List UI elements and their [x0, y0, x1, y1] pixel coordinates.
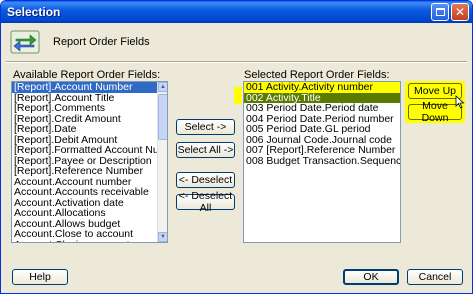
selected-list-item[interactable]: 006 Journal Code.Journal code [244, 135, 400, 146]
deselect-all-button[interactable]: <- Deselect All [176, 190, 235, 214]
select-button[interactable]: Select -> [176, 119, 235, 135]
available-fields-label: Available Report Order Fields: [13, 69, 161, 81]
available-list-item[interactable]: Account.Activation date [12, 198, 167, 209]
window-title: Selection [7, 5, 61, 19]
selection-dialog: Selection ✕ Report Order Fields Availabl… [0, 0, 473, 294]
restore-button[interactable] [431, 3, 449, 21]
restore-icon [435, 8, 445, 16]
scroll-thumb[interactable] [158, 94, 167, 140]
swap-arrows-icon [10, 30, 40, 54]
available-fields-list[interactable]: [Report].Account Number [Report].Account … [11, 81, 168, 243]
available-list-item[interactable]: [Report].Comments [12, 103, 167, 114]
available-list-item[interactable]: Account.Account number [12, 177, 167, 188]
selected-list-item[interactable]: 005 Period Date.GL period [244, 124, 400, 135]
scroll-down-arrow-icon[interactable]: ▼ [158, 232, 167, 242]
available-list-item[interactable]: [Report].Debit Amount [12, 135, 167, 146]
available-list-item[interactable]: Account.Accounts receivable [12, 187, 167, 198]
mouse-pointer-icon [455, 95, 465, 109]
deselect-button[interactable]: <- Deselect [176, 172, 235, 188]
available-list-item[interactable]: Account.Close to account [12, 229, 167, 240]
selected-fields-list[interactable]: 001 Activity.Activity number 002 Activity… [243, 81, 401, 243]
cancel-button[interactable]: Cancel [407, 269, 463, 285]
available-list-item[interactable]: Account.Allocations [12, 208, 167, 219]
available-list-item[interactable]: [Report].Reference Number [12, 166, 167, 177]
available-list-item[interactable]: Account.Closing account [12, 240, 167, 243]
selected-list-item[interactable]: 003 Period Date.Period date [244, 103, 400, 114]
available-list-item[interactable]: [Report].Credit Amount [12, 114, 167, 125]
available-list-item[interactable]: [Report].Payee or Description [12, 156, 167, 167]
scroll-up-arrow-icon[interactable]: ▲ [158, 82, 167, 92]
select-all-button[interactable]: Select All -> [176, 142, 235, 158]
available-list-item[interactable]: [Report].Account Number [12, 82, 167, 93]
header-separator [6, 61, 467, 63]
selected-list-item[interactable]: 008 Budget Transaction.Sequence number [244, 156, 400, 167]
header-label: Report Order Fields [53, 36, 150, 48]
available-items-container: [Report].Account Number [Report].Account … [12, 82, 167, 243]
selected-items-container: 001 Activity.Activity number 002 Activity… [244, 82, 400, 166]
help-button[interactable]: Help [12, 269, 68, 285]
selected-list-item[interactable]: 004 Period Date.Period number [244, 114, 400, 125]
move-down-button[interactable]: Move Down [408, 100, 462, 124]
selected-list-item[interactable]: 002 Activity.Title [244, 92, 400, 103]
available-list-item[interactable]: [Report].Formatted Account Number [12, 145, 167, 156]
available-list-item[interactable]: [Report].Date [12, 124, 167, 135]
highlight-marker-left [234, 87, 242, 104]
move-up-button[interactable]: Move Up [408, 83, 462, 99]
available-scrollbar[interactable]: ▲ ▼ [157, 82, 167, 242]
available-list-item[interactable]: Account.Allows budget [12, 219, 167, 230]
available-list-item[interactable]: [Report].Account Title [12, 93, 167, 104]
title-bar[interactable]: Selection ✕ [1, 1, 472, 23]
close-button[interactable]: ✕ [451, 3, 469, 21]
ok-button[interactable]: OK [343, 269, 399, 285]
selected-list-item[interactable]: 001 Activity.Activity number [244, 82, 400, 93]
selected-list-item[interactable]: 007 [Report].Reference Number [244, 145, 400, 156]
selected-fields-label: Selected Report Order Fields: [244, 69, 390, 81]
close-icon: ✕ [454, 5, 466, 19]
